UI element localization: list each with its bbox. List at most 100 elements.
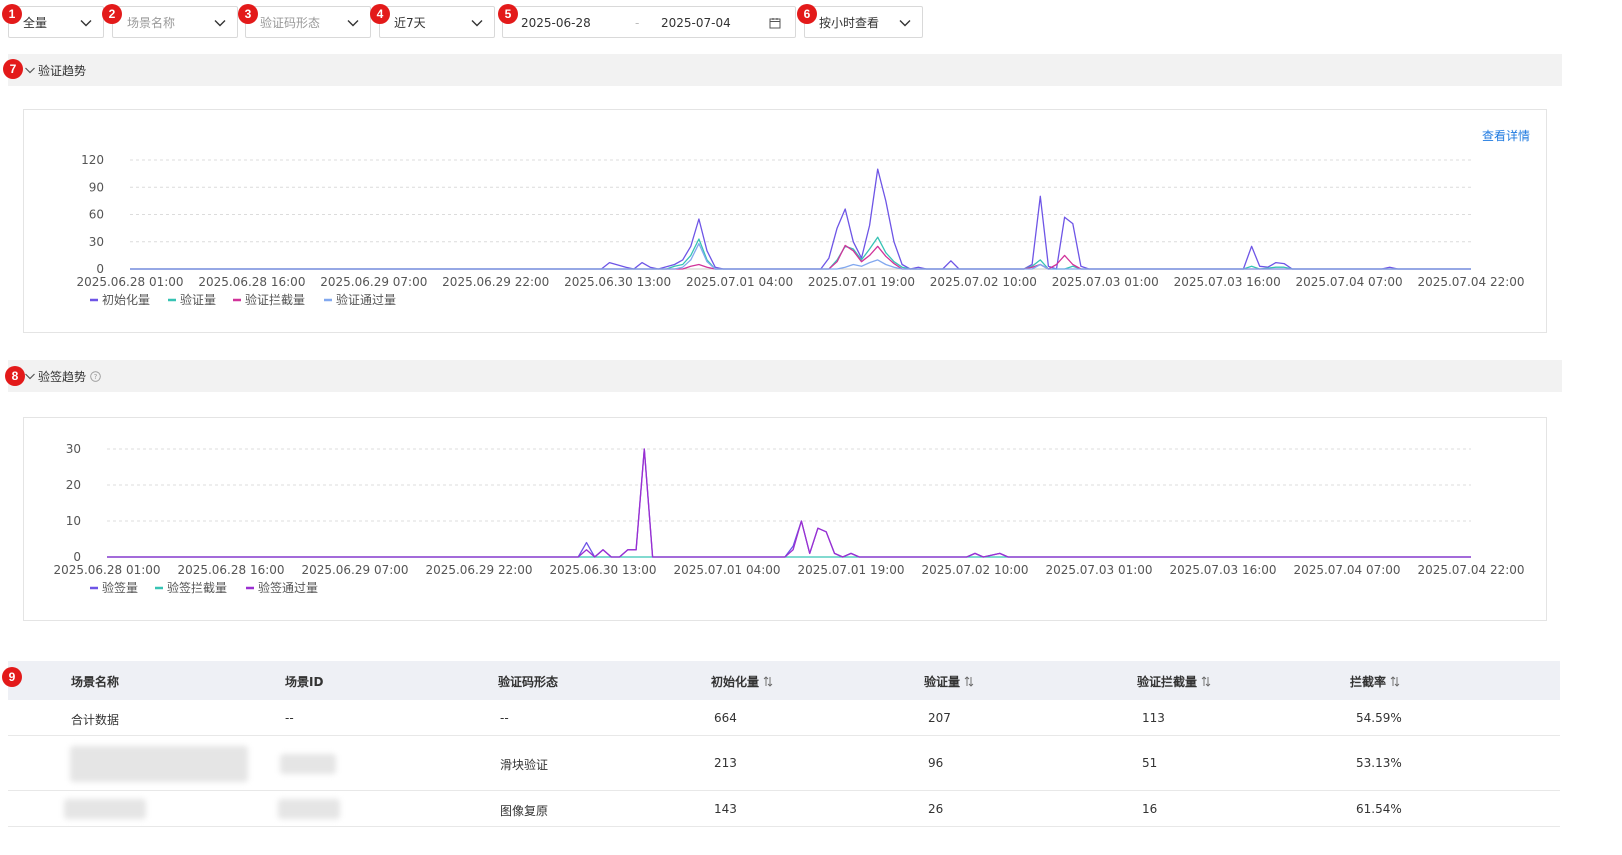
cell-block-rate: 61.54% <box>1356 802 1402 816</box>
y-tick-label: 120 <box>81 153 104 167</box>
sort-icon[interactable] <box>1201 676 1211 687</box>
help-icon[interactable]: ? <box>90 371 101 382</box>
redacted-scene-name <box>64 799 146 819</box>
verify-trend-chart: 0 30 60 90 120 2025.06.28 01:00 2025.06.28 16:… <box>76 153 1524 307</box>
series-line <box>130 168 1471 270</box>
legend-label[interactable]: 验证拦截量 <box>245 292 305 307</box>
x-tick-label: 2025.07.03 01:00 <box>1045 563 1152 577</box>
cell-block-count: 113 <box>1142 711 1165 725</box>
header-label: 场景名称 <box>71 675 120 689</box>
chevron-down-icon <box>899 20 911 27</box>
chevron-down-icon <box>471 20 483 27</box>
sort-icon[interactable] <box>1390 676 1400 687</box>
scene-select[interactable]: 场景名称 <box>112 6 238 38</box>
sort-icon[interactable] <box>964 676 974 687</box>
cell-captcha-type: -- <box>500 711 509 725</box>
step-badge-4: 4 <box>370 4 390 24</box>
cell-scene-name: 合计数据 <box>71 713 120 727</box>
header-label: 验证量 <box>924 675 961 689</box>
header-label: 初始化量 <box>711 675 760 689</box>
chevron-down-icon <box>347 20 359 27</box>
scope-select-value: 全量 <box>23 15 48 30</box>
date-start[interactable]: 2025-06-28 <box>521 16 591 30</box>
step-badge-3: 3 <box>238 4 258 24</box>
header-block-count[interactable]: 验证拦截量 <box>1137 673 1211 690</box>
header-captcha-type: 验证码形态 <box>498 673 558 690</box>
table-header: 场景名称 场景ID 验证码形态 初始化量 验证量 验证拦截量 拦截率 <box>8 661 1560 700</box>
step-badge-8: 8 <box>5 366 25 386</box>
cell-init-count: 664 <box>714 711 737 725</box>
date-range-picker[interactable]: 2025-06-28 - 2025-07-04 <box>502 6 796 38</box>
x-tick-label: 2025.07.01 04:00 <box>673 563 780 577</box>
cell-captcha-type: 滑块验证 <box>500 758 549 772</box>
legend-label[interactable]: 验签拦截量 <box>167 580 227 595</box>
x-tick-label: 2025.06.29 22:00 <box>442 275 549 289</box>
cell-captcha-type: 图像复原 <box>500 804 549 818</box>
cell-block-rate: 54.59% <box>1356 711 1402 725</box>
step-badge-7: 7 <box>3 59 23 79</box>
step-badge-2: 2 <box>102 4 122 24</box>
x-tick-label: 2025.07.02 10:00 <box>921 563 1028 577</box>
y-tick-label: 10 <box>66 514 81 528</box>
verify-trend-header[interactable]: 验证趋势 <box>8 54 1562 86</box>
cell-scene-id: -- <box>285 711 294 725</box>
table-row: 图像复原 143 26 16 61.54% <box>8 791 1560 827</box>
table-row-total: 合计数据 -- -- 664 207 113 54.59% <box>8 700 1560 736</box>
x-tick-label: 2025.06.29 07:00 <box>301 563 408 577</box>
date-end[interactable]: 2025-07-04 <box>661 16 731 30</box>
x-tick-label: 2025.07.04 07:00 <box>1296 275 1403 289</box>
calendar-icon <box>769 18 781 29</box>
cell-block-count: 51 <box>1142 756 1158 770</box>
x-tick-label: 2025.07.01 19:00 <box>808 275 915 289</box>
scene-stats-table: 场景名称 场景ID 验证码形态 初始化量 验证量 验证拦截量 拦截率 合计数据 … <box>8 661 1560 827</box>
x-tick-label: 2025.07.03 01:00 <box>1052 275 1159 289</box>
period-select[interactable]: 近7天 <box>379 6 495 38</box>
legend-label[interactable]: 验证通过量 <box>336 292 396 307</box>
date-separator: - <box>635 16 640 30</box>
legend-label[interactable]: 验签量 <box>102 580 138 595</box>
granularity-select[interactable]: 按小时查看 <box>804 6 923 38</box>
cell-verify-count: 207 <box>928 711 951 725</box>
header-label: 场景ID <box>285 675 324 689</box>
captcha-type-select[interactable]: 验证码形态 <box>245 6 371 38</box>
legend-label[interactable]: 验签通过量 <box>258 580 318 595</box>
legend-label[interactable]: 验证量 <box>180 292 216 307</box>
x-tick-label: 2025.06.30 13:00 <box>549 563 656 577</box>
captcha-type-placeholder: 验证码形态 <box>260 15 321 30</box>
redacted-scene-id <box>278 799 340 819</box>
x-tick-label: 2025.07.04 22:00 <box>1417 563 1524 577</box>
x-tick-label: 2025.06.28 16:00 <box>198 275 305 289</box>
sort-icon[interactable] <box>763 676 773 687</box>
series-line <box>107 448 1471 558</box>
granularity-select-value: 按小时查看 <box>819 15 880 30</box>
cell-verify-count: 26 <box>928 802 944 816</box>
y-tick-label: 20 <box>66 478 81 492</box>
x-tick-label: 2025.07.04 07:00 <box>1293 563 1400 577</box>
series-line <box>130 236 1471 270</box>
redacted-scene-id <box>280 754 336 774</box>
scope-select[interactable]: 全量 <box>8 6 104 38</box>
legend-label[interactable]: 初始化量 <box>102 293 150 307</box>
sign-trend-chart: 0 10 20 30 2025.06.28 01:00 2025.06.28 16:00 2… <box>53 442 1524 595</box>
x-tick-label: 2025.07.03 16:00 <box>1169 563 1276 577</box>
header-block-rate[interactable]: 拦截率 <box>1350 673 1400 690</box>
svg-text:?: ? <box>94 373 98 381</box>
series-line <box>107 448 1471 558</box>
sign-trend-header[interactable]: 验签趋势 ? <box>8 360 1562 392</box>
sign-trend-title: 验签趋势 <box>38 370 87 384</box>
x-tick-label: 2025.06.28 01:00 <box>53 563 160 577</box>
header-init-count[interactable]: 初始化量 <box>711 673 773 690</box>
chevron-down-icon <box>25 373 35 380</box>
header-verify-count[interactable]: 验证量 <box>924 673 974 690</box>
x-tick-label: 2025.07.02 10:00 <box>930 275 1037 289</box>
chevron-down-icon <box>214 20 226 27</box>
y-tick-label: 90 <box>89 180 104 194</box>
x-tick-label: 2025.07.01 19:00 <box>797 563 904 577</box>
step-badge-1: 1 <box>2 4 22 24</box>
x-tick-label: 2025.06.29 07:00 <box>320 275 427 289</box>
cell-init-count: 143 <box>714 802 737 816</box>
x-tick-label: 2025.06.28 16:00 <box>177 563 284 577</box>
x-tick-label: 2025.07.01 04:00 <box>686 275 793 289</box>
sign-trend-panel: 0 10 20 30 2025.06.28 01:00 2025.06.28 16:00 2… <box>23 417 1547 621</box>
cell-init-count: 213 <box>714 756 737 770</box>
